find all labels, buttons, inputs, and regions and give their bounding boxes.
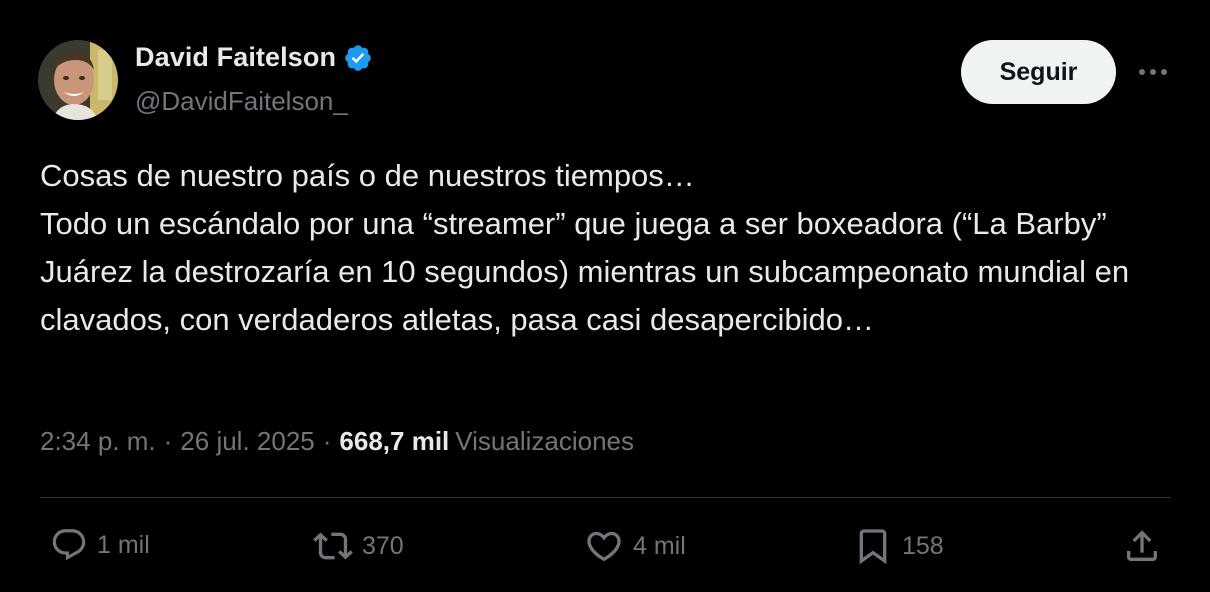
tweet-date[interactable]: 26 jul. 2025 (180, 426, 314, 457)
bookmark-count: 158 (902, 531, 944, 560)
action-bar: 1 mil 370 4 mil 158 (0, 520, 1210, 576)
meta-separator: · (322, 426, 332, 456)
views-label: Visualizaciones (455, 426, 635, 456)
repost-icon (313, 526, 353, 566)
heart-icon (584, 526, 624, 566)
like-count: 4 mil (633, 531, 686, 560)
author-name-row: David Faitelson (135, 42, 373, 73)
reply-icon (50, 526, 88, 564)
avatar[interactable] (38, 40, 118, 120)
author-display-name[interactable]: David Faitelson (135, 42, 336, 73)
repost-count: 370 (362, 531, 404, 560)
reply-button[interactable]: 1 mil (50, 526, 150, 564)
reply-count: 1 mil (97, 530, 150, 559)
tweet-meta: 2:34 p. m. · 26 jul. 2025 · 668,7 mil Vi… (40, 426, 634, 457)
share-button[interactable] (1122, 526, 1162, 566)
avatar-photo (38, 40, 118, 120)
bookmark-button[interactable]: 158 (853, 526, 944, 566)
like-button[interactable]: 4 mil (584, 526, 686, 566)
repost-button[interactable]: 370 (313, 526, 404, 566)
bookmark-icon (853, 526, 893, 566)
tweet-time[interactable]: 2:34 p. m. (40, 426, 156, 457)
divider (40, 497, 1171, 498)
meta-separator: · (163, 426, 173, 456)
author-handle[interactable]: @DavidFaitelson_ (135, 86, 348, 117)
share-icon (1122, 526, 1162, 566)
tweet-text: Cosas de nuestro país o de nuestros tiem… (40, 158, 1130, 337)
verified-badge-icon[interactable] (343, 43, 373, 73)
follow-button[interactable]: Seguir (961, 40, 1116, 104)
more-options-icon[interactable] (1134, 58, 1172, 86)
views-count[interactable]: 668,7 mil (339, 426, 449, 457)
tweet-detail: David Faitelson @DavidFaitelson_ Seguir … (0, 0, 1210, 592)
